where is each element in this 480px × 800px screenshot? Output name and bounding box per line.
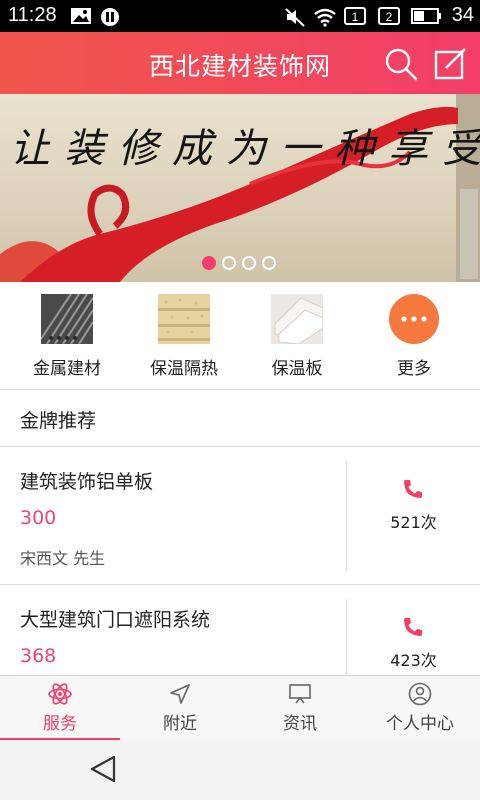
metal-material-thumbnail: [40, 293, 94, 345]
insulation-board-thumbnail: [271, 294, 324, 345]
system-nav-bar: [0, 740, 480, 800]
category-label: 金属建材: [33, 359, 101, 379]
category-insulation-board[interactable]: 保温板: [237, 294, 357, 379]
item-contact: 宋西文 先生: [20, 549, 106, 568]
call-button[interactable]: 521次: [347, 447, 480, 585]
banner-slogan: 让装修成为一种享受: [10, 126, 480, 172]
banner-pagination[interactable]: [202, 256, 276, 270]
tab-news[interactable]: 资讯: [240, 676, 360, 741]
item-price: 368: [20, 645, 57, 667]
category-insulation[interactable]: 保温隔热: [124, 294, 244, 379]
svg-text:1: 1: [352, 10, 359, 24]
item-price: 300: [20, 507, 57, 529]
banner-dot-1[interactable]: [202, 256, 216, 270]
list-item[interactable]: 建筑装饰铝单板 300 宋西文 先生 521次: [0, 447, 480, 585]
tab-label: 附近: [163, 714, 197, 734]
item-name: 大型建筑门口遮阳系统: [20, 609, 211, 631]
item-name: 建筑装饰铝单板: [20, 471, 154, 493]
banner-dot-3[interactable]: [242, 256, 256, 270]
monitor-icon: [289, 684, 311, 704]
category-label: 保温板: [271, 359, 323, 379]
tab-label: 个人中心: [386, 714, 454, 734]
banner-dot-2[interactable]: [222, 256, 236, 270]
tab-nearby[interactable]: 附近: [120, 676, 240, 741]
image-icon: [71, 8, 91, 24]
tab-profile[interactable]: 个人中心: [360, 676, 480, 741]
back-icon[interactable]: [88, 754, 118, 784]
category-grid: 金属建材 保温隔热 保温板 更多: [0, 282, 480, 390]
insulation-thumbnail: [158, 294, 210, 344]
search-icon[interactable]: [383, 46, 419, 82]
tab-label: 服务: [43, 714, 77, 734]
sim-2-icon: 2: [378, 7, 400, 25]
category-more[interactable]: 更多: [354, 294, 474, 379]
category-metal[interactable]: 金属建材: [7, 293, 127, 379]
app-header: 西北建材装饰网: [0, 32, 480, 94]
wifi-icon: [314, 8, 336, 27]
more-icon: [389, 294, 439, 344]
status-bar: 11:28 1 2 34: [0, 0, 480, 32]
atom-icon: [48, 683, 72, 705]
tab-service[interactable]: 服务: [0, 676, 120, 741]
phone-icon: [404, 618, 422, 636]
user-icon: [408, 682, 432, 706]
status-time: 11:28: [8, 4, 57, 26]
pause-icon: [101, 8, 119, 26]
call-count: 423次: [390, 651, 437, 670]
battery-icon: [411, 8, 441, 24]
category-label: 保温隔热: [150, 359, 218, 379]
location-arrow-icon: [170, 684, 190, 704]
sim-1-icon: 1: [344, 7, 366, 25]
phone-icon: [404, 480, 422, 498]
call-count: 521次: [390, 513, 437, 532]
banner-dot-4[interactable]: [262, 256, 276, 270]
battery-level: 34: [451, 4, 474, 26]
promo-banner[interactable]: 让装修成为一种享受: [0, 94, 480, 282]
bottom-tab-bar: 服务 附近 资讯 个人中心: [0, 675, 480, 741]
category-label: 更多: [397, 359, 431, 379]
svg-text:2: 2: [386, 10, 393, 24]
tab-label: 资讯: [283, 714, 317, 734]
edit-icon[interactable]: [433, 46, 469, 82]
section-title: 金牌推荐: [20, 410, 97, 432]
mute-icon: [285, 8, 305, 27]
